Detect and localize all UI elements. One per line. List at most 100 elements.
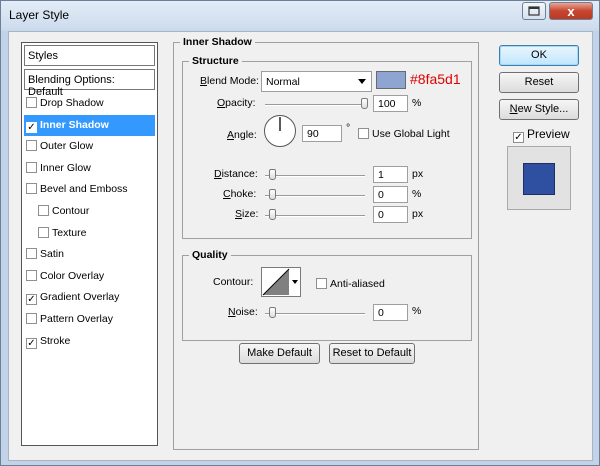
contour-picker[interactable] <box>261 267 301 297</box>
blend-mode-label: Blend Mode: <box>200 75 259 87</box>
style-item-label: Contour <box>52 205 90 217</box>
make-default-button[interactable]: Make Default <box>239 343 320 364</box>
size-slider-thumb[interactable] <box>269 209 276 220</box>
angle-dial-icon[interactable] <box>263 114 297 148</box>
reset-to-default-button[interactable]: Reset to Default <box>329 343 415 364</box>
reset-button[interactable]: Reset <box>499 72 579 93</box>
preview-checkbox[interactable]: ✓ <box>513 132 524 143</box>
noise-slider-thumb[interactable] <box>269 307 276 318</box>
blending-options-item[interactable]: Blending Options: Default <box>24 69 155 98</box>
noise-input[interactable]: 0 <box>373 304 408 321</box>
style-checkbox[interactable] <box>38 205 49 216</box>
color-annotation: #8fa5d1 <box>410 71 461 87</box>
style-item-contour[interactable]: Contour <box>24 201 155 222</box>
shadow-color-swatch[interactable] <box>376 71 406 89</box>
style-item-color-overlay[interactable]: Color Overlay <box>24 266 155 287</box>
preview-label: Preview <box>527 127 570 141</box>
style-item-stroke[interactable]: ✓ Stroke <box>24 331 155 352</box>
size-slider[interactable] <box>265 215 365 217</box>
dialog-body: Styles Blending Options: Default Drop Sh… <box>8 31 593 461</box>
style-item-label: Inner Shadow <box>40 118 109 131</box>
close-icon[interactable]: x <box>549 2 593 20</box>
style-checkbox[interactable] <box>26 140 37 152</box>
angle-input[interactable]: 90 <box>302 125 342 142</box>
restore-icon[interactable] <box>522 2 546 20</box>
distance-label: Distance: <box>214 168 258 180</box>
style-item-label: Outer Glow <box>40 140 94 153</box>
choke-value: 0 <box>378 189 384 201</box>
new-style-button[interactable]: New Style... <box>499 99 579 120</box>
styles-header[interactable]: Styles <box>24 45 155 66</box>
opacity-value: 100 <box>378 98 396 110</box>
use-global-light-checkbox[interactable] <box>358 128 369 139</box>
noise-slider[interactable] <box>265 313 365 315</box>
angle-value: 90 <box>307 128 319 140</box>
style-item-inner-glow[interactable]: Inner Glow <box>24 158 155 179</box>
angle-label: Angle: <box>227 129 257 141</box>
anti-aliased[interactable]: Anti-aliased <box>316 278 385 290</box>
distance-input[interactable]: 1 <box>373 166 408 183</box>
style-checkbox[interactable] <box>26 248 37 260</box>
style-checkbox[interactable] <box>26 183 37 195</box>
style-item-drop-shadow[interactable]: Drop Shadow <box>24 93 155 114</box>
styles-list: Styles Blending Options: Default Drop Sh… <box>21 42 158 446</box>
size-input[interactable]: 0 <box>373 206 408 223</box>
preview-swatch <box>523 163 555 195</box>
anti-aliased-checkbox[interactable] <box>316 278 327 289</box>
degree-unit: ° <box>346 122 351 134</box>
style-item-gradient-overlay[interactable]: ✓ Gradient Overlay <box>24 287 155 308</box>
style-item-texture[interactable]: Texture <box>24 223 155 244</box>
choke-slider[interactable] <box>265 195 365 197</box>
noise-value: 0 <box>378 307 384 319</box>
style-checkbox[interactable] <box>26 97 37 108</box>
title-bar[interactable]: Layer Style x <box>1 1 599 29</box>
inner-shadow-panel: Inner Shadow Structure Blend Mode: Norma… <box>173 36 479 450</box>
structure-title: Structure <box>189 55 242 67</box>
style-checkbox[interactable]: ✓ <box>26 294 37 306</box>
style-checkbox[interactable]: ✓ <box>26 121 37 133</box>
blend-mode-value: Normal <box>266 76 300 88</box>
size-value: 0 <box>378 209 384 221</box>
distance-unit: px <box>412 168 424 180</box>
style-checkbox[interactable]: ✓ <box>26 337 37 349</box>
style-item-label: Color Overlay <box>40 269 105 282</box>
opacity-unit: % <box>412 97 422 109</box>
style-item-satin[interactable]: Satin <box>24 244 155 265</box>
blend-mode-select[interactable]: Normal <box>261 71 372 92</box>
style-checkbox[interactable] <box>26 269 37 281</box>
style-item-label: Stroke <box>40 334 71 347</box>
style-item-inner-shadow[interactable]: ✓ Inner Shadow <box>24 114 155 136</box>
use-global-light[interactable]: Use Global Light <box>358 128 450 140</box>
size-unit: px <box>412 208 424 220</box>
structure-group: Structure Blend Mode: Normal #8fa5d1 Opa… <box>182 55 472 239</box>
style-item-outer-glow[interactable]: Outer Glow <box>24 136 155 157</box>
opacity-slider[interactable] <box>265 104 365 106</box>
choke-input[interactable]: 0 <box>373 186 408 203</box>
style-item-label: Pattern Overlay <box>40 313 113 325</box>
size-label: Size: <box>235 208 259 220</box>
style-checkbox[interactable] <box>26 161 37 173</box>
distance-slider-thumb[interactable] <box>269 169 276 180</box>
style-item-label: Bevel and Emboss <box>40 183 128 196</box>
ok-button[interactable]: OK <box>499 45 579 66</box>
distance-slider[interactable] <box>265 175 365 177</box>
choke-slider-thumb[interactable] <box>269 189 276 200</box>
opacity-input[interactable]: 100 <box>373 95 408 112</box>
preview[interactable]: ✓ Preview <box>513 127 570 143</box>
choke-label: Choke: <box>223 188 257 200</box>
style-item-label: Drop Shadow <box>40 97 104 109</box>
contour-preview-icon <box>262 268 290 296</box>
style-item-bevel-and-emboss[interactable]: Bevel and Emboss <box>24 179 155 200</box>
quality-title: Quality <box>189 249 231 261</box>
style-item-pattern-overlay[interactable]: Pattern Overlay <box>24 309 155 330</box>
noise-unit: % <box>412 305 422 317</box>
style-checkbox[interactable] <box>26 313 37 324</box>
distance-value: 1 <box>378 169 384 181</box>
close-label: x <box>567 3 575 19</box>
layer-style-dialog: Layer Style x Styles Blending Options: D… <box>0 0 600 466</box>
new-style-label-rest: ew Style... <box>517 103 569 115</box>
style-checkbox[interactable] <box>38 226 49 238</box>
opacity-slider-thumb[interactable] <box>361 98 368 109</box>
choke-unit: % <box>412 188 422 200</box>
style-item-label: Texture <box>52 226 87 239</box>
